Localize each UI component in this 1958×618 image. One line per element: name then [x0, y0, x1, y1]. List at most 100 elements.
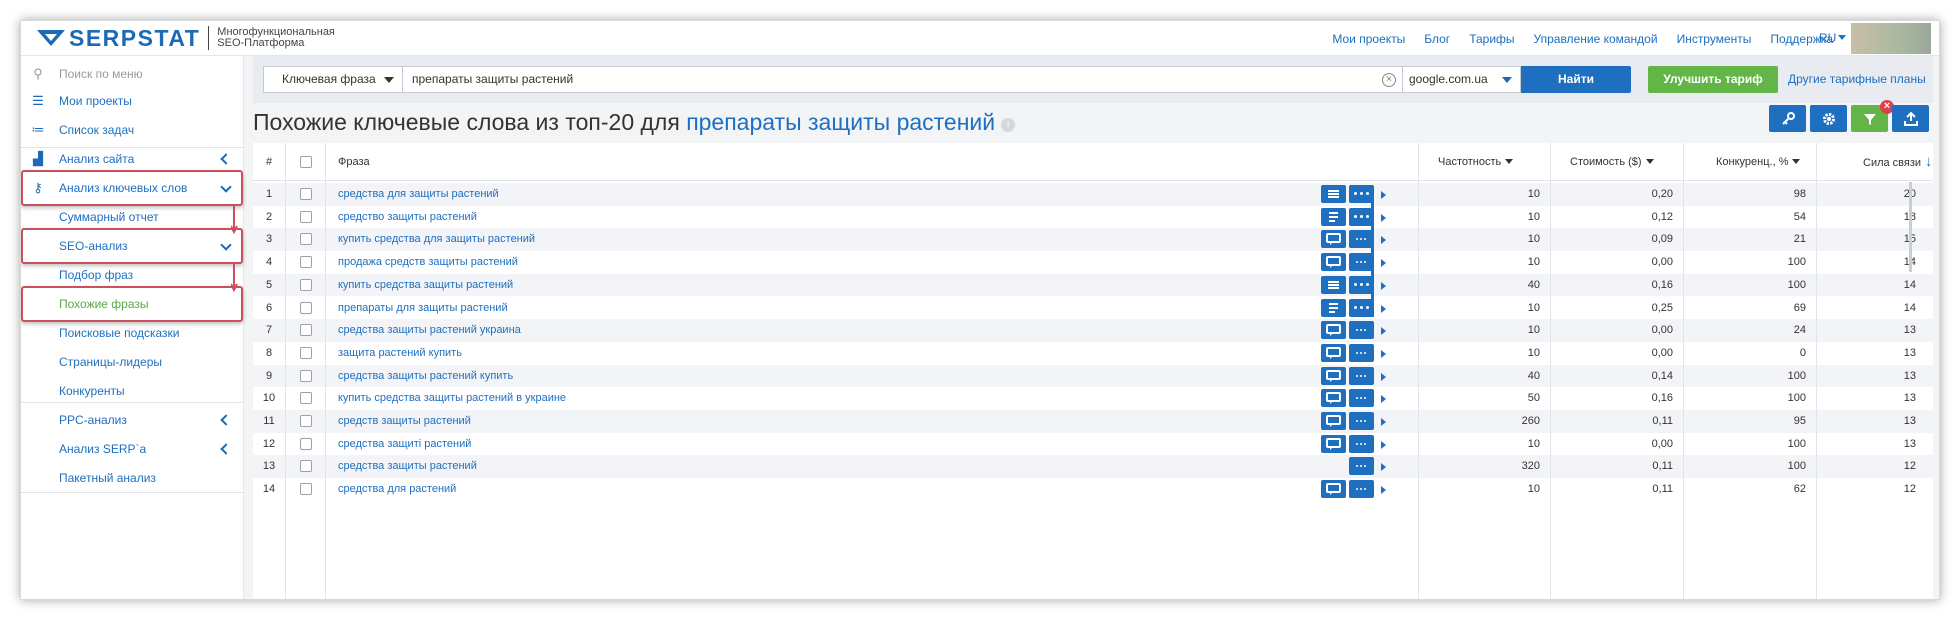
expand-arrow-icon[interactable] [1381, 191, 1386, 199]
row-checkbox[interactable] [300, 437, 312, 450]
expand-arrow-icon[interactable] [1381, 281, 1386, 290]
list-icon [1328, 280, 1339, 289]
search-input[interactable]: препараты защиты растений × [403, 66, 1403, 93]
expand-arrow-icon[interactable] [1381, 395, 1386, 404]
row-checkbox[interactable] [300, 369, 312, 382]
language-selector[interactable]: RU [1819, 31, 1847, 45]
row-checkbox[interactable] [300, 346, 312, 359]
phrase-link[interactable]: средства защиты растений украина [338, 319, 521, 342]
phrase-link[interactable]: средства для растений [338, 478, 456, 501]
phrase-details-button[interactable] [1321, 298, 1346, 317]
other-plans-link[interactable]: Другие тарифные планы [1788, 72, 1926, 86]
serp-preview-button[interactable] [1321, 366, 1346, 385]
expand-arrow-icon[interactable] [1381, 236, 1386, 245]
upgrade-plan-button[interactable]: Улучшить тариф [1648, 66, 1778, 93]
phrase-link[interactable]: купить средства для защиты растений [338, 228, 535, 251]
clear-icon[interactable]: × [1382, 73, 1396, 87]
more-actions-button[interactable] [1349, 321, 1374, 340]
phrase-link[interactable]: средство защиты растений [338, 206, 477, 229]
row-checkbox[interactable] [300, 392, 312, 405]
phrase-link[interactable]: купить средства защиты растений в украин… [338, 387, 566, 410]
row-checkbox[interactable] [300, 210, 312, 223]
more-actions-button[interactable] [1349, 434, 1374, 453]
row-checkbox[interactable] [300, 460, 312, 473]
phrase-link[interactable]: средств защиты растений [338, 410, 471, 433]
search-type-select[interactable]: Ключевая фраза [263, 66, 403, 93]
select-all-checkbox[interactable] [300, 156, 312, 168]
more-actions-button[interactable] [1349, 366, 1374, 385]
serp-preview-button[interactable] [1321, 321, 1346, 340]
expand-arrow-icon[interactable] [1381, 349, 1386, 358]
serp-preview-button[interactable] [1321, 253, 1346, 272]
row-checkbox[interactable] [300, 415, 312, 427]
serpstat-logo[interactable]: SERPSTAT Многофункциональная SEO-Платфор… [37, 26, 335, 50]
row-checkbox[interactable] [300, 278, 312, 291]
column-competition[interactable]: Конкуренц., % [1716, 143, 1801, 181]
nav-tools[interactable]: Инструменты [1677, 32, 1752, 46]
serp-preview-button[interactable] [1321, 230, 1346, 249]
find-button[interactable]: Найти [1521, 66, 1631, 93]
expand-arrow-icon[interactable] [1381, 304, 1386, 313]
phrase-details-button[interactable] [1321, 207, 1346, 226]
nav-team-management[interactable]: Управление командой [1534, 32, 1658, 46]
more-actions-button[interactable] [1349, 480, 1374, 499]
settings-button[interactable] [1810, 105, 1847, 132]
phrase-link[interactable]: защита растений купить [338, 342, 462, 365]
phrase-link[interactable]: средства для защиты растений [338, 183, 499, 206]
more-dots-icon [1354, 214, 1357, 218]
phrase-details-button[interactable] [1321, 275, 1346, 294]
user-avatar[interactable] [1851, 23, 1931, 54]
serp-preview-button[interactable] [1321, 389, 1346, 408]
expand-arrow-icon[interactable] [1381, 463, 1386, 472]
row-checkbox[interactable] [300, 324, 312, 337]
phrase-link[interactable]: купить средства защиты растений [338, 274, 513, 297]
more-actions-button[interactable] [1349, 343, 1374, 362]
column-cost[interactable]: Стоимость ($) [1570, 143, 1654, 181]
phrase-link[interactable]: средства защиты растений купить [338, 365, 513, 388]
expand-arrow-icon[interactable] [1381, 418, 1386, 426]
row-checkbox[interactable] [300, 301, 312, 314]
expand-arrow-icon[interactable] [1381, 327, 1386, 336]
row-checkbox[interactable] [300, 483, 312, 496]
table-scrollbar[interactable] [1909, 182, 1912, 272]
phrase-link[interactable]: средства защиті растений [338, 433, 471, 456]
serp-preview-button[interactable] [1321, 480, 1346, 499]
expand-arrow-icon[interactable] [1381, 372, 1386, 381]
serp-preview-button[interactable] [1321, 434, 1346, 453]
phrase-link[interactable]: препараты для защиты растений [338, 297, 508, 320]
column-frequency[interactable]: Частотность [1438, 143, 1514, 181]
column-strength[interactable]: Сила связи ↓ [1863, 143, 1933, 181]
expand-arrow-icon[interactable] [1381, 486, 1386, 495]
sidebar-item-batch[interactable]: Пакетный анализ [21, 460, 244, 496]
expand-arrow-icon[interactable] [1381, 440, 1386, 449]
more-actions-button[interactable] [1349, 389, 1374, 408]
phrase-column-scroll-indicator[interactable] [1371, 199, 1374, 317]
info-icon[interactable]: i [1001, 118, 1016, 132]
row-number: 11 [263, 415, 275, 427]
strength-value: 14 [1816, 251, 1916, 274]
more-actions-button[interactable] [1349, 412, 1374, 430]
export-button[interactable] [1892, 105, 1929, 132]
serp-preview-button[interactable] [1321, 412, 1346, 430]
page-title-query[interactable]: препараты защиты растений [686, 109, 995, 135]
phrase-link[interactable]: продажа средств защиты растений [338, 251, 518, 274]
sidebar-item-label: Пакетный анализ [59, 471, 156, 485]
nav-pricing[interactable]: Тарифы [1469, 32, 1514, 46]
key-icon [1781, 111, 1795, 125]
table-row: 11 средств защиты растений 260 0,11 95 13 [253, 410, 1933, 433]
nav-my-projects[interactable]: Мои проекты [1332, 32, 1405, 46]
expand-arrow-icon[interactable] [1381, 259, 1386, 268]
search-engine-select[interactable]: google.com.ua [1402, 66, 1521, 93]
chat-icon [1326, 324, 1341, 337]
row-checkbox[interactable] [300, 188, 312, 200]
column-phrase[interactable]: Фраза [338, 143, 370, 181]
more-actions-button[interactable] [1349, 457, 1374, 476]
serp-preview-button[interactable] [1321, 343, 1346, 362]
expand-arrow-icon[interactable] [1381, 213, 1386, 222]
phrase-details-button[interactable] [1321, 185, 1346, 203]
row-checkbox[interactable] [300, 256, 312, 269]
row-checkbox[interactable] [300, 233, 312, 246]
keyword-tool-button[interactable] [1769, 105, 1806, 132]
nav-blog[interactable]: Блог [1424, 32, 1450, 46]
phrase-link[interactable]: средства защиты растений [338, 455, 477, 478]
